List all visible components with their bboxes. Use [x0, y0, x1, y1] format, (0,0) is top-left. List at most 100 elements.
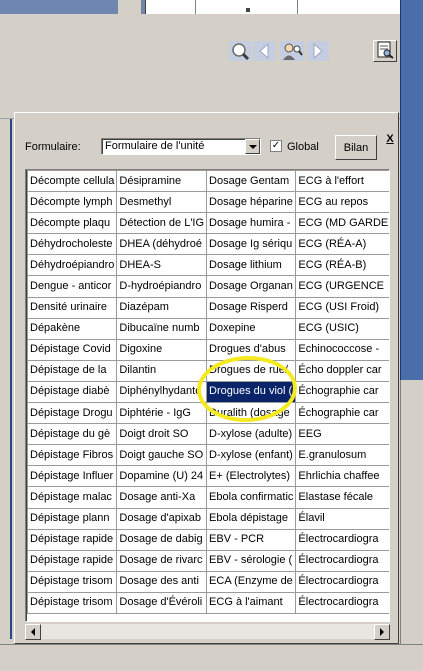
- table-row[interactable]: Dépistage diabè Diphénylhydanto Drogues du…: [26, 380, 389, 404]
- table-cell[interactable]: Dosage Gentam: [206, 170, 297, 193]
- table-cell[interactable]: Dépistage trisom: [26, 591, 118, 614]
- table-cell[interactable]: ECG (MD GARDE: [295, 212, 389, 235]
- table-cell[interactable]: ECG (URGENCE: [295, 275, 389, 298]
- table-cell[interactable]: Dépistage plann: [26, 507, 118, 530]
- table-row[interactable]: Décompte lymph Desmethyl Dosage héparine EC…: [26, 191, 389, 214]
- table-cell[interactable]: Desmethyl: [116, 191, 208, 214]
- table-cell[interactable]: DHEA-S: [116, 254, 208, 277]
- table-cell[interactable]: Électrocardiogra: [295, 570, 389, 593]
- table-row[interactable]: Dépistage trisom Dosage des anti ECA (Enzy…: [26, 570, 389, 593]
- bilan-button[interactable]: Bilan: [335, 135, 377, 160]
- table-cell[interactable]: Dibucaïne numb: [116, 317, 208, 340]
- scroll-left-button[interactable]: [25, 624, 41, 640]
- table-cell[interactable]: Échographie car: [295, 402, 389, 425]
- table-cell[interactable]: ECG à l'effort: [295, 170, 389, 193]
- table-row[interactable]: Dépistage rapide Dosage de dabig EBV - PCR…: [26, 528, 389, 551]
- table-cell[interactable]: Diphénylhydanto: [116, 380, 208, 404]
- table-cell[interactable]: Drogues de rue/: [206, 359, 297, 382]
- table-cell[interactable]: Dépistage malac: [26, 486, 118, 509]
- previous-button[interactable]: [252, 40, 276, 62]
- table-cell[interactable]: ECA (Enzyme de: [206, 570, 297, 593]
- table-cell[interactable]: D-xylose (adulte): [206, 423, 297, 446]
- horizontal-scrollbar[interactable]: [25, 623, 390, 640]
- table-cell[interactable]: Dépistage trisom: [26, 570, 118, 593]
- table-cell[interactable]: Dépistage Drogu: [26, 402, 118, 425]
- table-cell[interactable]: Électrocardiogra: [295, 549, 389, 572]
- table-cell[interactable]: Dilantin: [116, 359, 208, 382]
- table-cell[interactable]: Dépistage Fibros: [26, 444, 118, 467]
- table-cell[interactable]: Diazépam: [116, 296, 208, 319]
- scroll-right-button[interactable]: [374, 624, 390, 640]
- table-cell[interactable]: Échographie car: [295, 380, 389, 404]
- table-row[interactable]: Dépistage du gè Doigt droit SO D-xylose (a…: [26, 423, 389, 446]
- search-button[interactable]: [228, 40, 252, 62]
- table-row[interactable]: Dépistage malac Dosage anti-Xa Ebola confi…: [26, 486, 389, 509]
- patient-search-button[interactable]: [280, 40, 304, 62]
- table-cell[interactable]: EBV - PCR: [206, 528, 297, 551]
- table-cell[interactable]: D-hydroépiandro: [116, 275, 208, 298]
- table-cell[interactable]: Dépakène: [26, 317, 118, 340]
- close-button[interactable]: X: [383, 133, 397, 147]
- table-cell[interactable]: Doxepine: [206, 317, 297, 340]
- table-row[interactable]: Dépistage Influer Dopamine (U) 24 E+ (Elec…: [26, 465, 389, 488]
- table-cell[interactable]: Décompte lymph: [26, 191, 118, 214]
- table-cell[interactable]: Dosage Organan: [206, 275, 297, 298]
- table-cell[interactable]: Elastase fécale: [295, 486, 389, 509]
- table-cell[interactable]: Dosage des anti: [116, 570, 208, 593]
- table-cell[interactable]: D-xylose (enfant): [206, 444, 297, 467]
- table-row[interactable]: Dépistage Drogu Diphtérie - IgG Duralith (…: [26, 402, 389, 425]
- table-cell[interactable]: Dépistage rapide: [26, 549, 118, 572]
- table-row[interactable]: Densité urinaire Diazépam Dosage Risperd EC…: [26, 296, 389, 319]
- table-cell[interactable]: Dépistage de la: [26, 359, 118, 382]
- table-cell[interactable]: Dengue - anticor: [26, 275, 118, 298]
- formulaire-select[interactable]: Formulaire de l'unité: [101, 138, 261, 155]
- print-preview-button[interactable]: [373, 40, 397, 62]
- table-cell[interactable]: Dépistage Covid: [26, 338, 118, 361]
- dropdown-button[interactable]: [245, 139, 260, 154]
- table-cell[interactable]: ECG (USIC): [295, 317, 389, 340]
- table-cell[interactable]: Dosage Ig sériqu: [206, 233, 297, 256]
- table-row[interactable]: Dépistage Fibros Doigt gauche SO D-xylose …: [26, 444, 389, 467]
- table-cell[interactable]: Décompte cellula: [26, 170, 118, 193]
- table-cell[interactable]: Dosage de rivarc: [116, 549, 208, 572]
- global-checkbox[interactable]: ✓: [270, 140, 282, 152]
- table-cell[interactable]: Densité urinaire: [26, 296, 118, 319]
- table-cell[interactable]: Détection de L'IG: [116, 212, 208, 235]
- table-cell[interactable]: Élavil: [295, 507, 389, 530]
- table-cell[interactable]: Dosage Risperd: [206, 296, 297, 319]
- table-cell[interactable]: Dépistage du gè: [26, 423, 118, 446]
- table-cell[interactable]: Echinococcose -: [295, 338, 389, 361]
- table-row[interactable]: Décompte plaqu Détection de L'IG Dosage hu…: [26, 212, 389, 235]
- table-cell[interactable]: ECG à l'aimant: [206, 591, 297, 614]
- table-cell[interactable]: Dosage de dabig: [116, 528, 208, 551]
- table-cell[interactable]: Dépistage rapide: [26, 528, 118, 551]
- table-row[interactable]: Dépistage Covid Digoxine Drogues d'abus Ech…: [26, 338, 389, 361]
- table-row[interactable]: Dépistage rapide Dosage de rivarc EBV - sé…: [26, 549, 389, 572]
- table-cell[interactable]: Digoxine: [116, 338, 208, 361]
- table-cell[interactable]: EBV - sérologie (: [206, 549, 297, 572]
- table-cell[interactable]: Désipramine: [116, 170, 208, 193]
- table-row[interactable]: Décompte cellula Désipramine Dosage Gentam…: [26, 170, 389, 193]
- table-cell[interactable]: Dépistage diabè: [26, 380, 118, 404]
- table-cell[interactable]: Dosage d'Évéroli: [116, 591, 208, 614]
- table-cell[interactable]: Ebola confirmatic: [206, 486, 297, 509]
- exam-grid[interactable]: Décompte cellula Désipramine Dosage Gentam…: [25, 169, 390, 622]
- table-cell[interactable]: Dosage humira -: [206, 212, 297, 235]
- table-cell[interactable]: Déhydrocholeste: [26, 233, 118, 256]
- table-row[interactable]: Dépistage trisom Dosage d'Évéroli ECG à l'…: [26, 591, 389, 614]
- table-cell[interactable]: Ehrlichia chaffee: [295, 465, 389, 488]
- table-cell[interactable]: EEG: [295, 423, 389, 446]
- selected-cell[interactable]: Drogues du viol (: [206, 380, 297, 404]
- table-cell[interactable]: E+ (Electrolytes): [206, 465, 297, 488]
- table-cell[interactable]: Diphtérie - IgG: [116, 402, 208, 425]
- table-row[interactable]: Dépistage de la Dilantin Drogues de rue/Éc…: [26, 359, 389, 382]
- table-cell[interactable]: Ebola dépistage: [206, 507, 297, 530]
- table-cell[interactable]: Électrocardiogra: [295, 591, 389, 614]
- table-cell[interactable]: DHEA (déhydroé: [116, 233, 208, 256]
- table-cell[interactable]: E.granulosum: [295, 444, 389, 467]
- table-cell[interactable]: Duralith (dosage: [206, 402, 297, 425]
- table-cell[interactable]: Dosage héparine: [206, 191, 297, 214]
- table-cell[interactable]: ECG (RÉA-B): [295, 254, 389, 277]
- table-row[interactable]: Dépakène Dibucaïne numb Doxepine ECG (USIC): [26, 317, 389, 340]
- table-cell[interactable]: ECG (USI Froid): [295, 296, 389, 319]
